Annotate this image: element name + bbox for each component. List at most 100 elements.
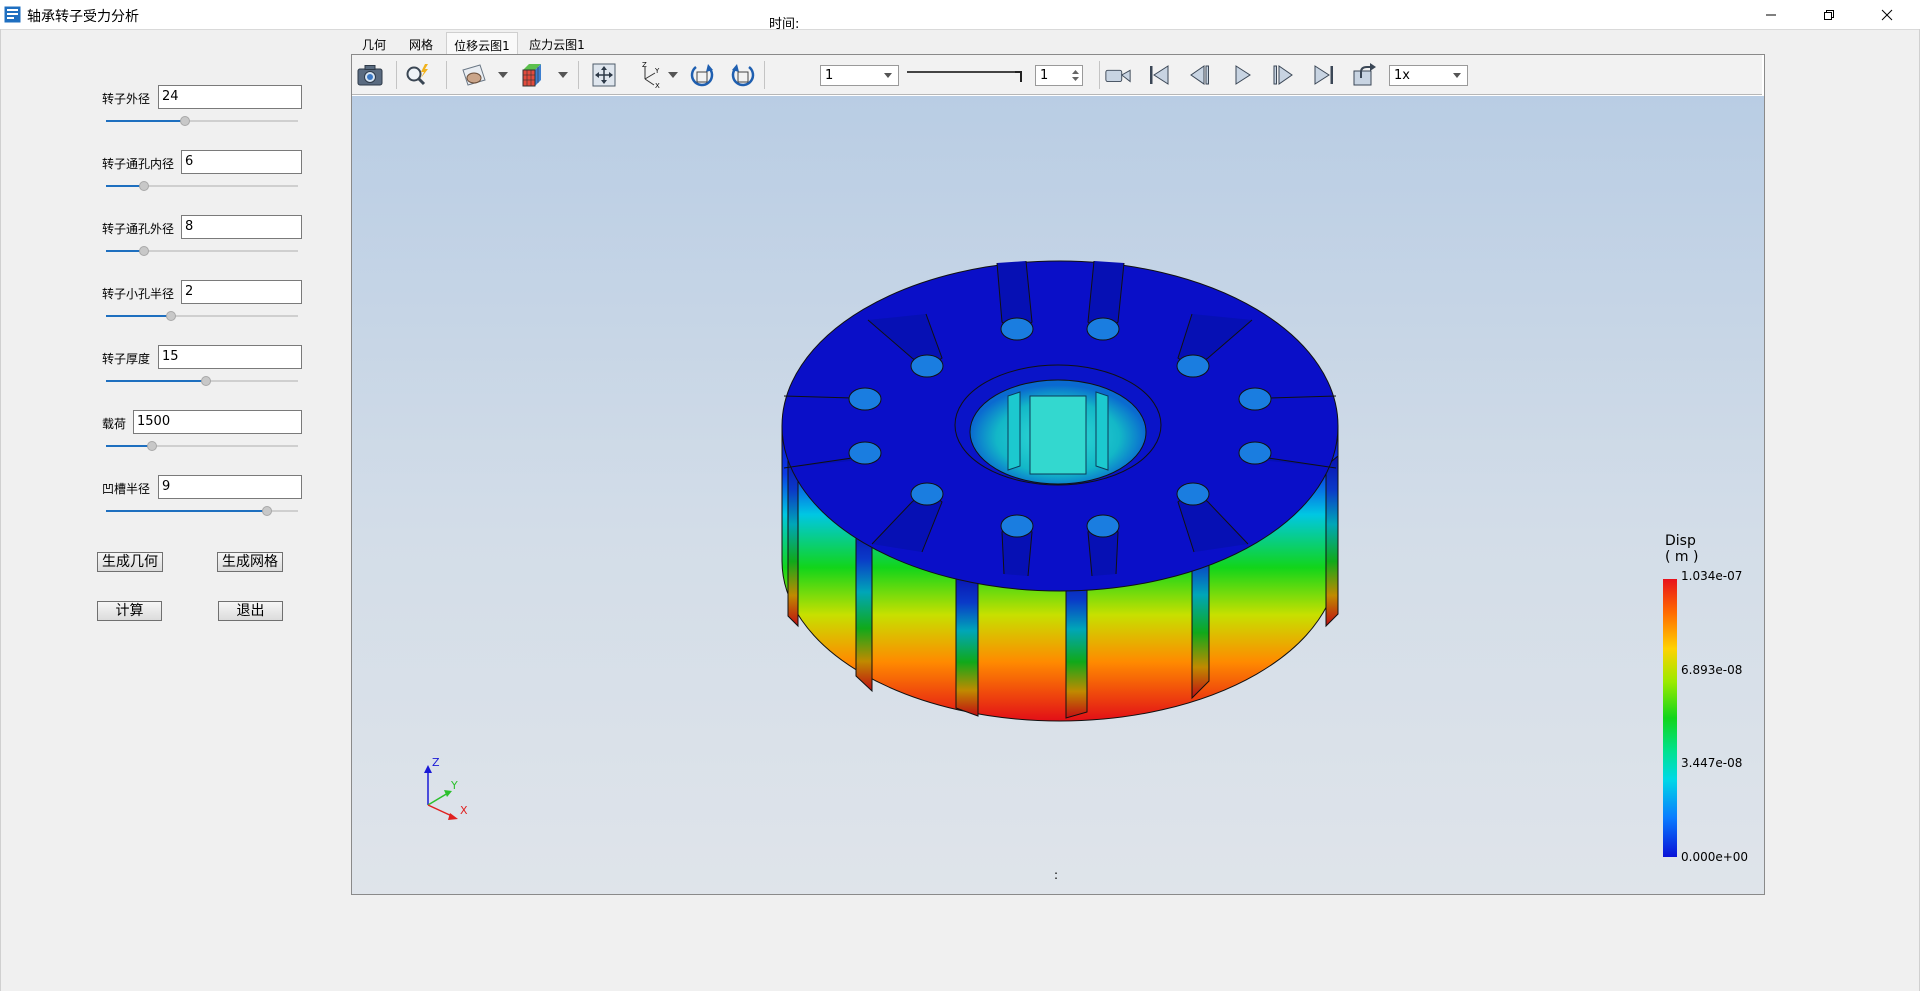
fit-view-button[interactable] <box>590 62 618 88</box>
first-frame-button[interactable] <box>1145 62 1173 88</box>
clip-plane-button[interactable] <box>460 62 488 88</box>
legend-tick: 6.893e-08 <box>1681 663 1743 677</box>
chevron-down-icon[interactable] <box>498 72 508 78</box>
small-hole-radius-input[interactable]: 2 <box>181 280 302 304</box>
legend-tick: 0.000e+00 <box>1681 850 1749 864</box>
svg-text:Z: Z <box>642 61 647 69</box>
play-button[interactable] <box>1228 62 1256 88</box>
param-row-groove-radius: 凹槽半径 9 <box>100 475 310 501</box>
generate-mesh-button[interactable]: 生成网格 <box>217 552 283 572</box>
exit-button[interactable]: 退出 <box>218 601 283 621</box>
minimize-button[interactable] <box>1742 0 1800 29</box>
slider-thumb[interactable] <box>166 311 177 321</box>
prev-frame-button[interactable] <box>1186 62 1214 88</box>
param-row-outer-diameter: 转子外径 24 <box>100 85 310 111</box>
bore-inner-diameter-slider[interactable] <box>106 181 298 191</box>
param-label: 载荷 <box>102 417 127 431</box>
rotate-left-button[interactable] <box>688 62 716 88</box>
slider-thumb[interactable] <box>262 506 273 516</box>
toolbar-separator <box>1099 61 1100 89</box>
time-label: 时间: <box>769 17 800 32</box>
time-slider-thumb[interactable] <box>1015 71 1022 82</box>
legend-unit: ( m ) <box>1665 549 1699 565</box>
param-label: 凹槽半径 <box>102 482 151 496</box>
tab-displacement-contour[interactable]: 位移云图1 <box>446 32 518 54</box>
screenshot-button[interactable] <box>356 62 384 88</box>
param-row-bore-inner-diameter: 转子通孔内径 6 <box>100 150 310 176</box>
spin-arrows-icon[interactable] <box>1072 69 1079 82</box>
toolbar-separator <box>396 61 397 89</box>
tab-mesh[interactable]: 网格 <box>398 32 444 54</box>
thickness-input[interactable]: 15 <box>158 345 302 369</box>
small-hole-radius-slider[interactable] <box>106 311 298 321</box>
next-frame-button[interactable] <box>1269 62 1297 88</box>
svg-text:Y: Y <box>654 67 660 75</box>
play-icon <box>1235 65 1251 85</box>
slider-fill <box>106 510 268 512</box>
compute-button[interactable]: 计算 <box>97 601 162 621</box>
bore-inner-diameter-input[interactable]: 6 <box>181 150 302 174</box>
param-label: 转子外径 <box>102 92 151 106</box>
clip-plane-icon <box>462 64 486 86</box>
next-frame-icon <box>1273 65 1293 85</box>
groove-radius-input[interactable]: 9 <box>158 475 302 499</box>
chevron-down-icon[interactable] <box>668 72 678 78</box>
outer-diameter-input[interactable]: 24 <box>158 85 302 109</box>
speed-select-value: 1x <box>1394 68 1410 83</box>
bore-outer-diameter-input[interactable]: 8 <box>181 215 302 239</box>
fit-view-icon <box>592 63 616 87</box>
axis-y-label: Y <box>450 779 458 792</box>
slider-thumb[interactable] <box>200 376 211 386</box>
record-button[interactable] <box>1104 62 1132 88</box>
color-map-button[interactable] <box>519 62 547 88</box>
close-icon <box>1881 9 1893 20</box>
generate-geometry-button[interactable]: 生成几何 <box>97 552 163 572</box>
frame-spinbox-value: 1 <box>1040 68 1049 83</box>
load-input[interactable]: 1500 <box>133 410 302 434</box>
prev-frame-icon <box>1190 65 1209 85</box>
toolbar-separator <box>578 61 579 89</box>
zoom-button[interactable] <box>404 62 432 88</box>
slider-thumb[interactable] <box>179 116 190 126</box>
minimize-icon <box>1766 14 1776 15</box>
chevron-down-icon[interactable] <box>558 72 568 78</box>
slider-fill <box>106 445 153 447</box>
close-button[interactable] <box>1858 0 1916 29</box>
restore-icon <box>1824 9 1834 20</box>
axes-view-button[interactable]: ZYX <box>635 61 663 89</box>
title-bar: 轴承转子受力分析 <box>0 0 1920 29</box>
toolbar-separator <box>446 61 447 89</box>
app-icon <box>4 6 21 23</box>
tab-stress-contour[interactable]: 应力云图1 <box>522 32 592 54</box>
rotor-contour-render <box>781 260 1339 722</box>
legend-title: Disp <box>1665 533 1696 549</box>
bore-outer-diameter-slider[interactable] <box>106 246 298 256</box>
last-frame-button[interactable] <box>1310 62 1338 88</box>
param-row-thickness: 转子厚度 15 <box>100 345 310 371</box>
camera-icon <box>357 65 383 86</box>
first-frame-icon <box>1150 65 1169 85</box>
3d-viewport[interactable]: Z Y X <box>352 96 1764 894</box>
groove-radius-slider[interactable] <box>106 506 298 516</box>
frame-spinbox[interactable]: 1 <box>1035 65 1083 86</box>
time-select[interactable]: 1 <box>820 65 899 86</box>
slider-fill <box>106 315 172 317</box>
slider-fill <box>106 380 206 382</box>
thickness-slider[interactable] <box>106 376 298 386</box>
window-border-left <box>0 29 1 991</box>
speed-select[interactable]: 1x <box>1389 65 1468 86</box>
axis-z-label: Z <box>432 756 440 769</box>
rotate-right-button[interactable] <box>729 62 757 88</box>
restore-button[interactable] <box>1800 0 1858 29</box>
time-slider[interactable] <box>907 70 1028 84</box>
export-button[interactable] <box>1351 62 1379 88</box>
tab-geometry[interactable]: 几何 <box>352 32 396 54</box>
outer-diameter-slider[interactable] <box>106 116 298 126</box>
param-label: 转子厚度 <box>102 352 151 366</box>
load-slider[interactable] <box>106 441 298 451</box>
slider-thumb[interactable] <box>139 246 150 256</box>
param-row-bore-outer-diameter: 转子通孔外径 8 <box>100 215 310 241</box>
slider-thumb[interactable] <box>139 181 150 191</box>
slider-thumb[interactable] <box>147 441 158 451</box>
chevron-down-icon <box>884 73 892 78</box>
